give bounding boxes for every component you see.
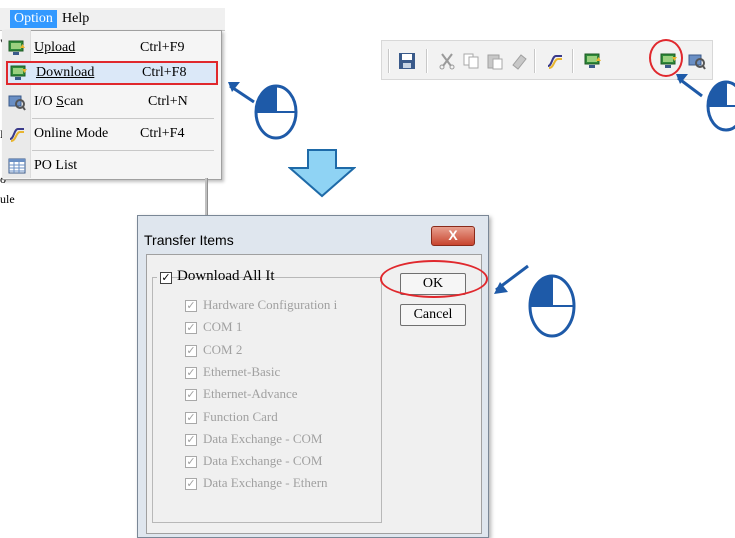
menu-option[interactable]: Option [10, 10, 57, 28]
menu-item-label: Online Mode [34, 126, 109, 141]
toolbar-separator [534, 49, 536, 73]
toolbar-separator [426, 49, 428, 73]
background-text-fragment: ule [0, 192, 15, 206]
transfer-item-label: Data Exchange - Ethern [203, 475, 328, 490]
mouse-click-indicator [494, 264, 576, 338]
transfer-item-checkbox[interactable]: ✓ [185, 434, 197, 446]
save-icon[interactable] [398, 52, 416, 70]
online-mode-icon[interactable] [546, 52, 564, 70]
download-all-checkbox[interactable]: ✓ [160, 272, 172, 284]
menu-item-label: PO List [34, 158, 78, 173]
menu-separator [32, 150, 214, 151]
menu-separator [32, 118, 214, 119]
menu-bar: Option Help [0, 8, 225, 31]
transfer-item-label: Ethernet-Basic [203, 364, 281, 379]
transfer-item-checkbox[interactable]: ✓ [185, 456, 197, 468]
menu-item-label: I/O Scan [34, 94, 84, 109]
cut-icon[interactable] [438, 52, 456, 70]
menu-item-shortcut: Ctrl+N [148, 94, 188, 109]
upload-label: Upload [34, 40, 76, 55]
cancel-button[interactable]: Cancel [400, 304, 466, 326]
io-scan-icon [8, 95, 26, 111]
transfer-item-label: COM 1 [203, 319, 243, 334]
background-divider [205, 178, 208, 218]
menu-item-shortcut: Ctrl+F9 [140, 40, 185, 55]
menu-item-label: Upload [34, 40, 75, 56]
online-mode-icon [9, 128, 24, 142]
transfer-item-checkbox[interactable]: ✓ [185, 412, 197, 424]
menu-item-download[interactable]: Download Ctrl+F8 [6, 61, 218, 85]
menu-item-online-mode[interactable]: Online Mode Ctrl+F4 [4, 122, 216, 146]
copy-icon[interactable] [462, 52, 480, 70]
transfer-item-checkbox[interactable]: ✓ [185, 389, 197, 401]
close-icon[interactable]: X [431, 226, 475, 246]
po-list-icon [8, 158, 26, 174]
transfer-item-label: Ethernet-Advance [203, 386, 298, 401]
transfer-item-checkbox[interactable]: ✓ [185, 300, 197, 312]
io-scan-icon[interactable] [688, 52, 706, 70]
menu-item-io-scan[interactable]: I/O Scan Ctrl+N [4, 90, 216, 114]
menu-help[interactable]: Help [58, 10, 93, 28]
menu-item-shortcut: Ctrl+F4 [140, 126, 185, 141]
eraser-icon[interactable] [510, 52, 528, 70]
transfer-item-label: COM 2 [203, 342, 243, 357]
menu-item-label: Download [36, 65, 94, 81]
mouse-click-indicator [676, 74, 735, 132]
paste-icon[interactable] [486, 52, 504, 70]
transfer-item-checkbox[interactable]: ✓ [185, 322, 197, 334]
transfer-item-label: Hardware Configuration i [203, 297, 338, 312]
transfer-item-label: Data Exchange - COM [203, 453, 323, 468]
transfer-item-checkbox[interactable]: ✓ [185, 478, 197, 490]
ok-highlight-circle [380, 260, 488, 298]
dialog-title: Transfer Items [144, 232, 234, 248]
toolbar-separator [572, 49, 574, 73]
download-all-label: Download All It [177, 268, 275, 284]
main-checkbox-wrapper: ✓ [157, 268, 172, 288]
menu-item-upload[interactable]: Upload Ctrl+F9 [4, 36, 216, 60]
upload-icon[interactable] [584, 52, 602, 70]
toolbar-grip [388, 49, 390, 73]
mouse-click-indicator [228, 82, 298, 140]
transfer-item-label: Data Exchange - COM [203, 431, 323, 446]
upload-icon [8, 40, 25, 55]
flow-arrow-down [288, 149, 356, 198]
download-label: Download [36, 65, 95, 80]
transfer-item-checkbox[interactable]: ✓ [185, 367, 197, 379]
menu-item-shortcut: Ctrl+F8 [142, 65, 187, 80]
menu-item-po-list[interactable]: PO List [4, 154, 216, 178]
download-icon [10, 65, 27, 80]
transfer-item-label: Function Card [203, 409, 278, 424]
transfer-item-checkbox[interactable]: ✓ [185, 345, 197, 357]
